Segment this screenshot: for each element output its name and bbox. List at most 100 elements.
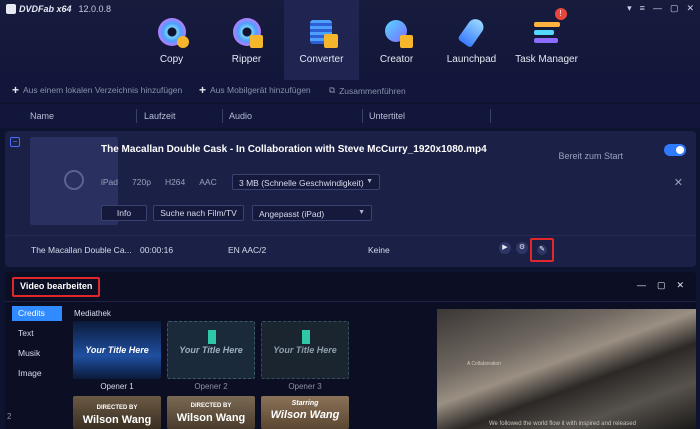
top-bar: DVDFab x64 12.0.0.8 ▾ ≡ — ▢ ✕ Copy Rippe… bbox=[0, 0, 700, 80]
minimize-icon[interactable]: — bbox=[653, 3, 662, 14]
main-nav: Copy Ripper Converter Creator Launchpad … bbox=[134, 0, 584, 80]
track-row: The Macallan Double Ca... 00:00:16 EN AA… bbox=[5, 235, 696, 262]
pin-icon[interactable]: ▾ bbox=[627, 3, 632, 14]
tile-top: DIRECTED BY bbox=[96, 405, 138, 411]
window-controls: ▾ ≡ — ▢ ✕ bbox=[627, 3, 694, 14]
size-select-value: 3 MB (Schnelle Geschwindigkeit) bbox=[239, 178, 364, 188]
chevron-down-icon: ▼ bbox=[366, 178, 373, 185]
panel-header: Video bearbeiten — ▢ ✕ bbox=[5, 272, 696, 302]
preview-frame bbox=[437, 309, 696, 429]
add-local-label: Aus einem lokalen Verzeichnis hinzufügen bbox=[23, 85, 183, 95]
nav-copy[interactable]: Copy bbox=[134, 0, 209, 80]
tab-image[interactable]: Image bbox=[12, 366, 62, 381]
close-icon[interactable]: ✕ bbox=[676, 280, 684, 291]
opener-tile-2[interactable]: Your Title Here bbox=[167, 321, 255, 379]
info-button[interactable]: Info bbox=[101, 205, 147, 221]
remove-icon[interactable]: ✕ bbox=[674, 176, 683, 189]
meta-resolution: 720p bbox=[132, 177, 151, 187]
edit-video-highlight[interactable]: ✎ bbox=[530, 238, 554, 262]
panel-controls: — ▢ ✕ bbox=[637, 280, 684, 291]
track-name: The Macallan Double Ca... bbox=[31, 245, 132, 255]
play-icon[interactable]: ▶ bbox=[499, 242, 511, 254]
merge-button[interactable]: ⧉ Zusammenführen bbox=[329, 85, 406, 96]
sub-toolbar: + Aus einem lokalen Verzeichnis hinzufüg… bbox=[0, 80, 700, 102]
video-edit-panel: Video bearbeiten — ▢ ✕ Credits Text Musi… bbox=[5, 272, 696, 429]
app-version: 12.0.0.8 bbox=[78, 4, 112, 14]
editor-tabs: Credits Text Musik Image bbox=[12, 306, 62, 386]
tile-title: Your Title Here bbox=[85, 345, 149, 355]
status-text: Bereit zum Start bbox=[558, 151, 623, 161]
nav-converter[interactable]: Converter bbox=[284, 0, 359, 80]
nav-label-converter: Converter bbox=[299, 54, 344, 65]
app-logo: DVDFab x64 12.0.0.8 bbox=[6, 4, 111, 14]
video-preview: A Collaboration We followed the world fl… bbox=[437, 309, 696, 429]
close-icon[interactable]: ✕ bbox=[686, 3, 694, 14]
track-subtitle: Keine bbox=[368, 245, 390, 255]
nav-creator[interactable]: Creator bbox=[359, 0, 434, 80]
minimize-icon[interactable]: — bbox=[637, 280, 646, 291]
menu-icon[interactable]: ≡ bbox=[640, 3, 645, 14]
nav-task-manager[interactable]: ! Task Manager bbox=[509, 0, 584, 80]
opener-label-1: Opener 1 bbox=[100, 382, 134, 391]
tile-title: Your Title Here bbox=[273, 345, 337, 355]
settings-icon[interactable]: ⚙ bbox=[516, 242, 528, 254]
add-mobile-label: Aus Mobilgerät hinzufügen bbox=[210, 85, 311, 95]
file-title: The Macallan Double Cask - In Collaborat… bbox=[101, 144, 487, 155]
rocket-icon bbox=[456, 15, 487, 49]
column-header: Name Laufzeit Audio Untertitel bbox=[0, 104, 700, 128]
download-icon bbox=[302, 330, 310, 344]
tab-music[interactable]: Musik bbox=[12, 346, 62, 361]
credit-tile-1[interactable]: DIRECTED BY Wilson Wang bbox=[73, 396, 161, 429]
nav-launchpad[interactable]: Launchpad bbox=[434, 0, 509, 80]
edit-pen-icon: ✎ bbox=[537, 245, 547, 255]
file-card: − The Macallan Double Cask - In Collabor… bbox=[5, 131, 696, 267]
nav-label-copy: Copy bbox=[159, 54, 184, 65]
search-movie-button[interactable]: Suche nach Film/TV bbox=[153, 205, 244, 221]
maximize-icon[interactable]: ▢ bbox=[670, 3, 679, 14]
nav-label-launchpad: Launchpad bbox=[446, 54, 497, 65]
add-mobile-button[interactable]: + Aus Mobilgerät hinzufügen bbox=[199, 83, 311, 97]
opener-label-2: Opener 2 bbox=[194, 382, 228, 391]
profile-select[interactable]: Angepasst (iPad) ▼ bbox=[252, 205, 372, 221]
profile-select-value: Angepasst (iPad) bbox=[259, 209, 325, 219]
preview-caption: We followed the world flow it with inspi… bbox=[489, 421, 636, 427]
col-subtitle: Untertitel bbox=[369, 111, 406, 121]
credit-tile-3[interactable]: Starring Wilson Wang bbox=[261, 396, 349, 429]
copy-disc-icon bbox=[157, 18, 189, 48]
file-meta: iPad 720p H264 AAC bbox=[101, 177, 217, 187]
meta-audio-codec: AAC bbox=[199, 177, 217, 187]
add-local-button[interactable]: + Aus einem lokalen Verzeichnis hinzufüg… bbox=[12, 83, 183, 97]
credit-tile-2[interactable]: DIRECTED BY Wilson Wang bbox=[167, 396, 255, 429]
nav-label-creator: Creator bbox=[379, 54, 414, 65]
tile-top: Starring bbox=[291, 400, 319, 407]
nav-label-ripper: Ripper bbox=[231, 54, 262, 65]
meta-device: iPad bbox=[101, 177, 119, 187]
tile-name: Wilson Wang bbox=[82, 414, 152, 426]
plus-icon: + bbox=[12, 83, 20, 97]
tile-top: DIRECTED BY bbox=[190, 403, 232, 409]
tab-text[interactable]: Text bbox=[12, 326, 62, 341]
tile-name: Wilson Wang bbox=[176, 412, 246, 424]
opener-label-3: Opener 3 bbox=[288, 382, 322, 391]
col-audio: Audio bbox=[229, 111, 253, 121]
meta-codec: H264 bbox=[164, 177, 186, 187]
side-number: 2 bbox=[7, 412, 12, 421]
track-audio: EN AAC/2 bbox=[228, 245, 267, 255]
col-name: Name bbox=[30, 111, 55, 121]
enable-toggle[interactable] bbox=[664, 144, 686, 156]
tab-credits[interactable]: Credits bbox=[12, 306, 62, 321]
size-select[interactable]: 3 MB (Schnelle Geschwindigkeit) ▼ bbox=[232, 174, 380, 190]
opener-tile-1[interactable]: Your Title Here bbox=[73, 321, 161, 379]
notification-badge: ! bbox=[554, 8, 567, 20]
download-icon bbox=[208, 330, 216, 344]
collapse-toggle[interactable]: − bbox=[10, 137, 20, 147]
tile-title: Your Title Here bbox=[179, 345, 243, 355]
thumbnail-placeholder-icon bbox=[64, 170, 84, 190]
task-manager-icon bbox=[533, 22, 560, 46]
plus-icon: + bbox=[199, 83, 207, 97]
maximize-icon[interactable]: ▢ bbox=[657, 280, 666, 291]
merge-icon: ⧉ bbox=[329, 85, 336, 95]
nav-ripper[interactable]: Ripper bbox=[209, 0, 284, 80]
merge-label: Zusammenführen bbox=[339, 85, 406, 96]
opener-tile-3[interactable]: Your Title Here bbox=[261, 321, 349, 379]
